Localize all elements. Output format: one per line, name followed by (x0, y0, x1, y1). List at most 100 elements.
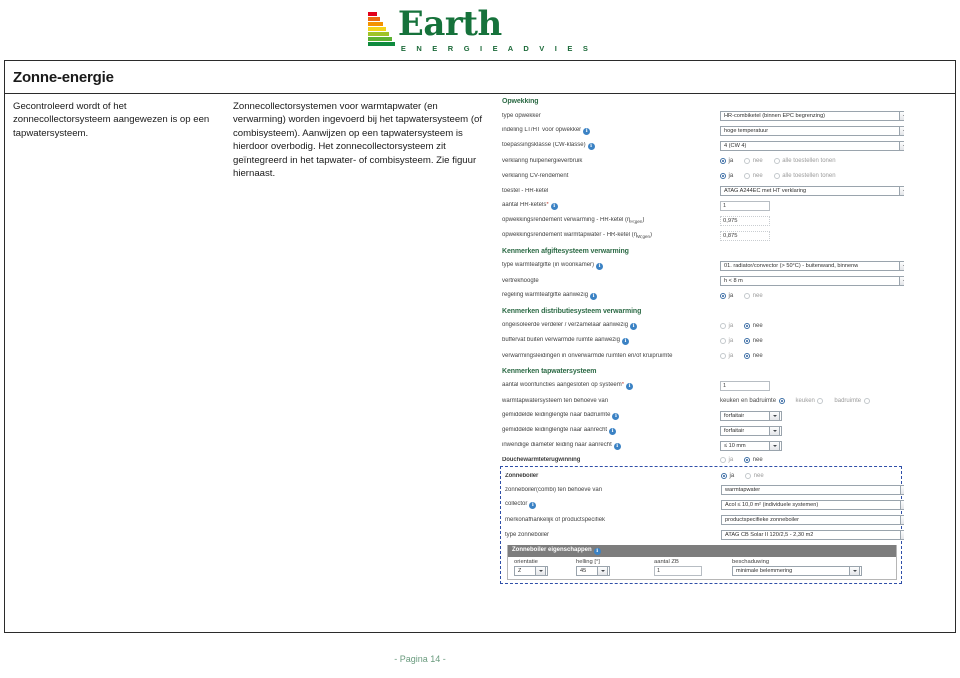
radio-wtw-keuken-badruimte[interactable]: keuken en badruimte (720, 397, 785, 404)
info-icon[interactable]: i (587, 142, 595, 150)
section-opwekking: Opwekking (502, 98, 539, 105)
info-icon[interactable]: i (529, 501, 537, 509)
select-beschaduwing[interactable]: minimale belemmering (732, 566, 862, 576)
select-toestel-hr-value: ATAG A244EC met HT verklaring (724, 187, 807, 194)
radio-cv-ja[interactable]: ja (720, 172, 733, 179)
select-beschaduwing-value: minimale belemmering (736, 568, 793, 574)
radio-dwtw-nee[interactable]: nee (744, 456, 763, 463)
label-type-zonneboiler: type zonneboiler (505, 531, 550, 538)
brand-name: Earth (397, 3, 502, 44)
chevron-down-icon (769, 410, 780, 421)
label-vertrekhoogte: vertrekhoogte (502, 277, 539, 284)
field-diameter-aanrecht: inwendige diameter leiding naar aanrecht… (498, 438, 904, 453)
brand-logo: Earth E N E R G I E A D V I E S (0, 0, 960, 57)
field-toepassingsklasse: toepassingsklasse (CW-klasse) i 4 (CW 4) (498, 138, 904, 153)
info-icon[interactable]: i (596, 262, 604, 270)
select-leidinglengte-bad-value: forfaitair (724, 412, 745, 419)
radio-zonneboiler-ja[interactable]: ja (721, 472, 734, 479)
info-icon[interactable]: i (626, 382, 634, 390)
radio-buffervat-nee[interactable]: nee (744, 337, 763, 344)
select-type-zonneboiler[interactable]: ATAG CB Solar II 120/2,5 - 2,30 m2 (721, 529, 904, 540)
info-icon[interactable]: i (613, 442, 621, 450)
cell-aantal-zb: 1 (654, 566, 732, 576)
info-icon[interactable]: i (583, 127, 591, 135)
radio-wtw-keuken[interactable]: keuken (796, 397, 824, 404)
select-helling[interactable]: 45 (576, 566, 610, 576)
info-icon[interactable]: i (609, 427, 617, 435)
select-leidinglengte-bad[interactable]: forfaitair (720, 410, 782, 421)
chevron-down-icon (900, 499, 904, 510)
label-indeling-ltht: indeling LT/HT voor opwekker i (502, 127, 720, 135)
info-icon[interactable]: i (612, 412, 620, 420)
radio-buffervat-ja[interactable]: ja (720, 337, 733, 344)
select-orientatie[interactable]: Z (514, 566, 548, 576)
label-leidinglengte-bad: gemiddelde leidinglengte naar badruimte i (502, 412, 720, 420)
required-marker: * (546, 201, 549, 208)
select-indeling-ltht[interactable]: hoge temperatuur (720, 125, 904, 136)
radio-cv-nee[interactable]: nee (744, 172, 763, 179)
radio-verdeler-nee[interactable]: nee (744, 322, 763, 329)
field-rendement-verwarming: opwekkingsrendement verwarming - HR-kete… (498, 213, 904, 228)
field-verwarmingsleidingen: verwarmingsleidingen in onverwarmde ruim… (498, 348, 904, 363)
select-toestel-hr[interactable]: ATAG A244EC met HT verklaring (720, 185, 904, 196)
chevron-down-icon (900, 529, 904, 540)
radio-regeling-ja[interactable]: ja (720, 292, 733, 299)
select-zb-tbv[interactable]: warmtapwater (721, 484, 904, 495)
field-aantal-woonfuncties: aantal woonfuncties aangesloten op syste… (498, 378, 904, 393)
select-type-warmteafgifte[interactable]: 01. radiator/convector (> 50°C) - buiten… (720, 260, 904, 271)
radio-wtw-badruimte[interactable]: badruimte (834, 397, 870, 404)
select-diameter-aanrecht[interactable]: ≤ 10 mm (720, 440, 782, 451)
info-icon[interactable]: i (593, 548, 601, 555)
radio-hulpenergie-alle[interactable]: alle toestellen tonen (773, 157, 836, 164)
embedded-form-screenshot: Opwekking type opwekker HR-combiketel (b… (498, 98, 904, 626)
radio-hulpenergie-nee[interactable]: nee (744, 157, 763, 164)
field-verklaring-hulpenergie: verklaring hulpenergieverbruik ja nee al… (498, 153, 904, 168)
label-toestel-hr: toestel - HR-ketel (502, 187, 549, 194)
field-merkonafhankelijk: merkonafhankelijk of productspecifiek pr… (501, 512, 904, 527)
table-row: Z 45 1 minimale belemmering (508, 565, 896, 579)
info-icon[interactable]: i (550, 202, 558, 210)
select-type-opwekker[interactable]: HR-combiketel (binnen EPC begrenzing) (720, 110, 904, 121)
radio-verdeler-ja[interactable]: ja (720, 322, 733, 329)
field-type-opwekker: type opwekker HR-combiketel (binnen EPC … (498, 108, 904, 123)
chevron-down-icon (535, 566, 546, 576)
chevron-down-icon (899, 275, 904, 286)
chevron-down-icon (900, 514, 904, 525)
radiogroup-verklaring-hulpenergie: ja nee alle toestellen tonen (720, 157, 904, 164)
zb-props-column-headers: orientatie helling [°] aantal ZB beschad… (508, 557, 896, 565)
field-ongeisoleerde-verdeler: ongeisoleerde verdeler / verzamelaar aan… (498, 318, 904, 333)
radio-leidingen-nee[interactable]: nee (744, 352, 763, 359)
select-toepassingsklasse[interactable]: 4 (CW 4) (720, 140, 904, 151)
select-leidinglengte-aanrecht[interactable]: forfaitair (720, 425, 782, 436)
select-orientatie-value: Z (518, 568, 522, 574)
field-dwtw: Douchewarmteterugwinning ja nee (498, 453, 904, 466)
column-right: Zonnecollectorsystemen voor warmtapwater… (233, 101, 483, 180)
section-zonneboiler: Zonneboiler (505, 472, 539, 479)
input-aantal-woonfuncties[interactable]: 1 (720, 380, 770, 391)
radio-dwtw-ja[interactable]: ja (720, 456, 733, 463)
select-vertrekhoogte[interactable]: h < 8 m (720, 275, 904, 286)
info-icon[interactable]: i (621, 337, 629, 345)
radio-hulpenergie-ja[interactable]: ja (720, 157, 733, 164)
brand-tagline: E N E R G I E A D V I E S (400, 43, 593, 53)
label-leidinglengte-aanrecht: gemiddelde leidinglengte naar aanrecht i (502, 427, 720, 435)
select-collector[interactable]: Acol ≤ 10,0 m² (individuele systemen) (721, 499, 904, 510)
page-title: Zonne-energie (5, 61, 955, 94)
radio-cv-alle[interactable]: alle toestellen tonen (773, 172, 836, 179)
chevron-down-icon (899, 260, 904, 271)
input-aantal-zb[interactable]: 1 (654, 566, 702, 576)
section-afgifte: Kenmerken afgiftesysteem verwarming (502, 248, 629, 255)
radiogroup-verwarmingsleidingen: ja nee (720, 352, 904, 359)
info-icon[interactable]: i (590, 292, 598, 300)
info-icon[interactable]: i (630, 322, 638, 330)
radio-regeling-nee[interactable]: nee (744, 292, 763, 299)
field-zb-tbv: zonneboiler(combi) ten behoeve van warmt… (501, 482, 904, 497)
select-merkonafhankelijk[interactable]: productspecifieke zonneboiler (721, 514, 904, 525)
input-aantal-hr[interactable]: 1 (720, 200, 770, 211)
field-leidinglengte-bad: gemiddelde leidinglengte naar badruimte i… (498, 408, 904, 423)
field-buffervat: buffervat buiten verwarmde ruimte aanwez… (498, 333, 904, 348)
column-left: Gecontroleerd wordt of het zonnecollecto… (13, 101, 210, 139)
radio-leidingen-ja[interactable]: ja (720, 352, 733, 359)
radio-zonneboiler-nee[interactable]: nee (745, 472, 764, 479)
section-distributie: Kenmerken distributiesysteem verwarming (502, 308, 642, 315)
